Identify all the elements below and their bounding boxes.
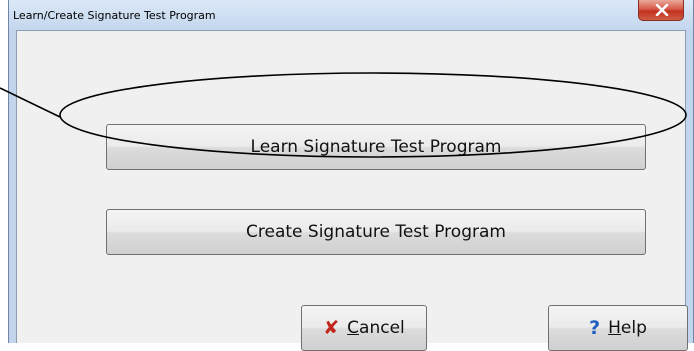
x-icon: ✘ — [323, 316, 340, 339]
close-icon — [655, 4, 669, 16]
help-button[interactable]: ? Help — [548, 305, 688, 351]
question-mark-icon: ? — [589, 316, 601, 339]
learn-button-label: Learn Signature Test Program — [250, 137, 502, 157]
create-signature-test-program-button[interactable]: Create Signature Test Program — [106, 209, 646, 255]
close-button[interactable] — [638, 0, 684, 21]
window-title: Learn/Create Signature Test Program — [13, 9, 216, 22]
title-bar[interactable]: Learn/Create Signature Test Program — [9, 0, 693, 30]
learn-signature-test-program-button[interactable]: Learn Signature Test Program — [106, 124, 646, 170]
dialog-window: Learn/Create Signature Test Program Lear… — [8, 0, 694, 351]
dialog-client-area: Learn Signature Test Program Create Sign… — [16, 30, 688, 351]
create-button-label: Create Signature Test Program — [246, 222, 506, 242]
cancel-button[interactable]: ✘ Cancel — [301, 305, 427, 351]
help-button-label: Help — [608, 318, 647, 338]
cancel-button-label: Cancel — [347, 318, 405, 338]
